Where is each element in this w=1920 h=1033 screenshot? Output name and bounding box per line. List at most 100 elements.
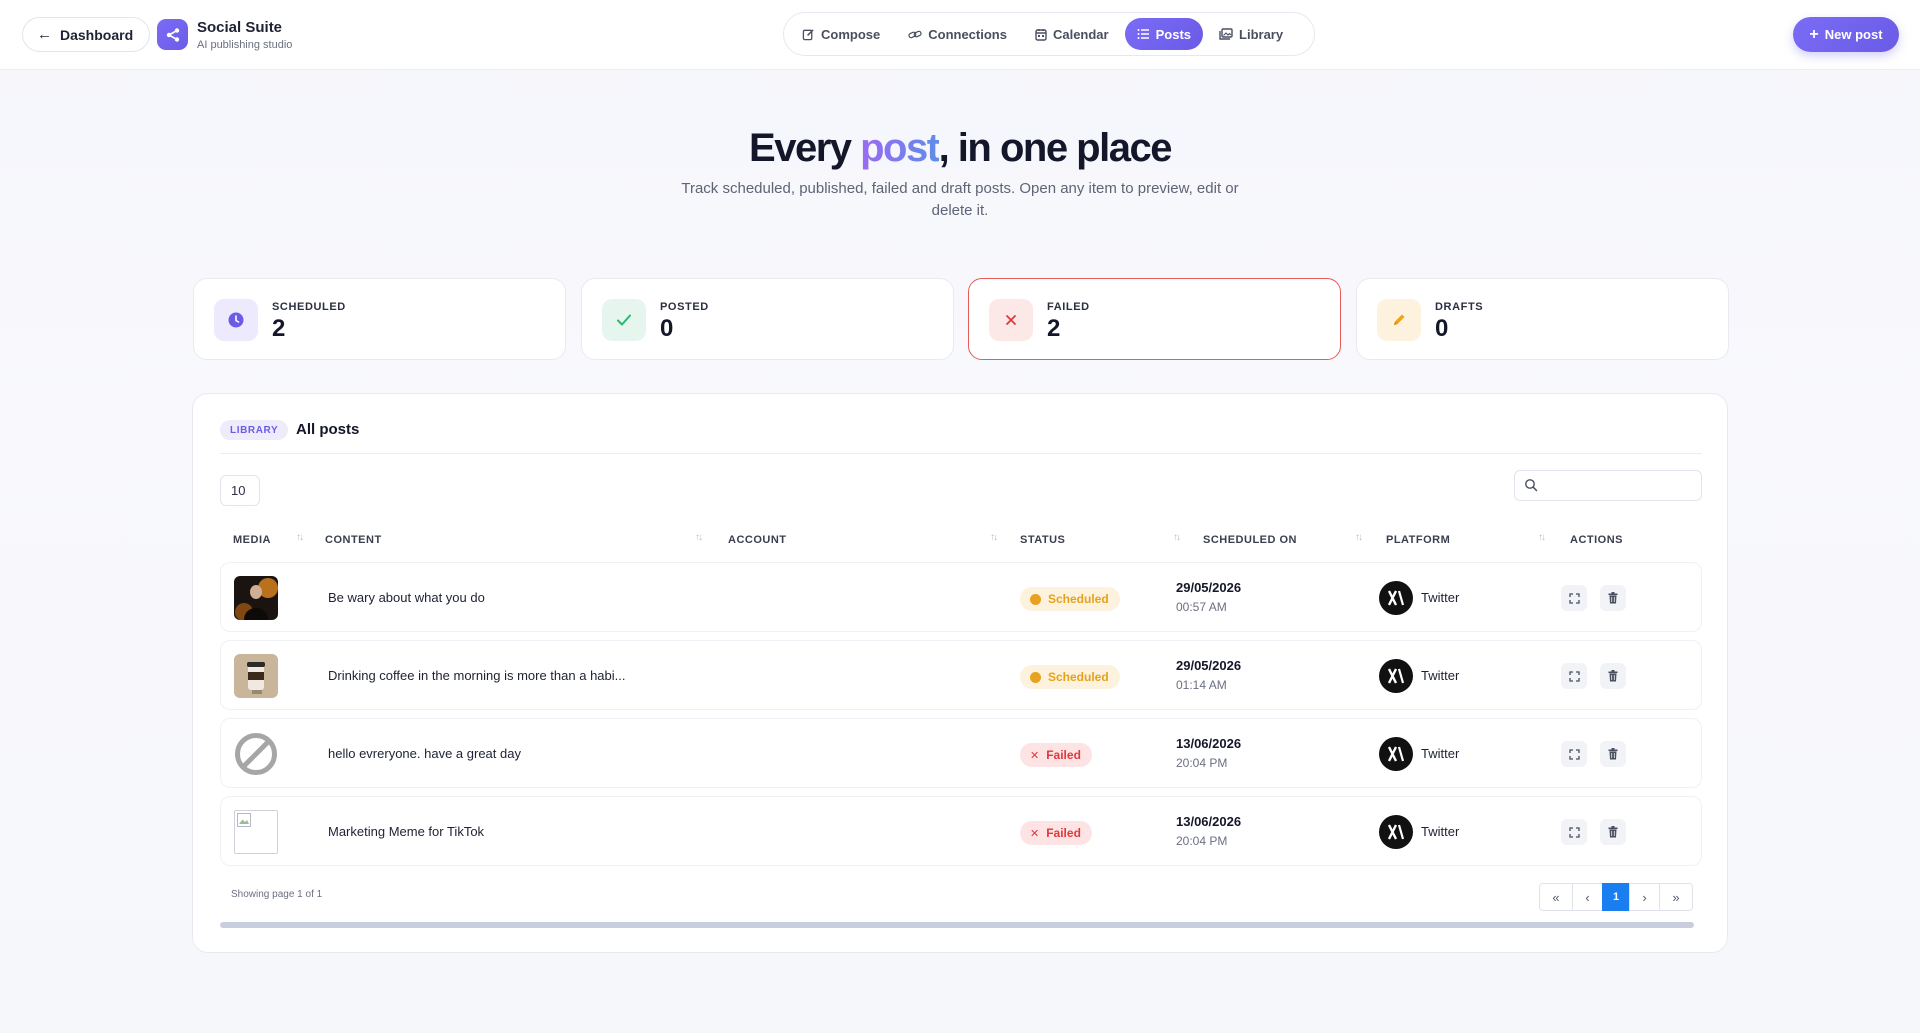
trash-icon — [1608, 748, 1618, 760]
scheduled-date: 29/05/2026 — [1176, 580, 1242, 595]
nav-library-label: Library — [1239, 26, 1284, 42]
expand-button[interactable] — [1561, 819, 1587, 845]
page-size-select[interactable]: 10 — [220, 475, 260, 506]
main-nav: Compose Connections Calendar Posts Libra… — [783, 12, 1315, 56]
library-badge: LIBRARY — [220, 420, 289, 440]
status-label: Scheduled — [1048, 592, 1109, 606]
delete-button[interactable] — [1600, 663, 1626, 689]
column-header-media[interactable]: MEDIA — [233, 530, 271, 550]
gallery-icon — [1219, 28, 1233, 40]
nav-compose[interactable]: Compose — [790, 18, 892, 50]
scheduled-date: 29/05/2026 — [1176, 658, 1242, 673]
nav-calendar[interactable]: Calendar — [1023, 18, 1121, 50]
table-row[interactable]: Marketing Meme for TikTok ✕ Failed 13/06… — [220, 796, 1702, 866]
stat-card-failed[interactable]: FAILED 2 — [968, 278, 1341, 360]
status-label: Scheduled — [1048, 670, 1109, 684]
stat-label: SCHEDULED — [272, 301, 346, 313]
link-icon — [908, 30, 922, 38]
arrow-left-icon: ← — [37, 26, 52, 43]
stat-value: 2 — [1047, 315, 1061, 342]
clock-icon — [1030, 671, 1041, 683]
scheduled-time: 20:04 PM — [1176, 834, 1228, 848]
stat-value: 2 — [272, 315, 286, 342]
next-page-button[interactable]: › — [1629, 883, 1660, 911]
expand-button[interactable] — [1561, 741, 1587, 767]
pagination: « ‹ 1 › » — [1539, 883, 1693, 911]
sort-icon[interactable]: ↑↓ — [1355, 532, 1363, 543]
column-header-actions: ACTIONS — [1570, 534, 1623, 546]
column-header-content[interactable]: CONTENT — [325, 530, 382, 550]
delete-button[interactable] — [1600, 585, 1626, 611]
pagination-info: Showing page 1 of 1 — [231, 889, 323, 900]
clock-icon — [214, 299, 258, 341]
no-media-icon — [234, 732, 278, 776]
expand-button[interactable] — [1561, 585, 1587, 611]
expand-button[interactable] — [1561, 663, 1587, 689]
stat-card-posted[interactable]: POSTED 0 — [581, 278, 954, 360]
delete-button[interactable] — [1600, 741, 1626, 767]
broken-image-icon — [234, 810, 278, 854]
nav-library[interactable]: Library — [1207, 18, 1295, 50]
media-thumbnail[interactable] — [234, 654, 278, 698]
post-content: Marketing Meme for TikTok — [328, 824, 485, 839]
column-header-platform[interactable]: PLATFORM — [1386, 530, 1450, 550]
table-row[interactable]: hello evreryone. have a great day ✕ Fail… — [220, 718, 1702, 788]
sort-icon[interactable]: ↑↓ — [990, 532, 998, 543]
platform-name: Twitter — [1421, 824, 1460, 839]
stat-card-drafts[interactable]: DRAFTS 0 — [1356, 278, 1729, 360]
trash-icon — [1608, 592, 1618, 604]
x-logo-icon — [1379, 737, 1413, 771]
sort-icon[interactable]: ↑↓ — [695, 532, 703, 543]
table-header: MEDIA ↑↓ CONTENT ↑↓ ACCOUNT ↑↓ STATUS ↑↓… — [220, 530, 1702, 554]
back-to-dashboard-button[interactable]: ← Dashboard — [22, 17, 151, 52]
x-icon: ✕ — [1030, 827, 1040, 840]
scheduled-date: 13/06/2026 — [1176, 814, 1242, 829]
divider — [220, 453, 1702, 454]
platform-name: Twitter — [1421, 668, 1460, 683]
brand-title: Social Suite — [197, 19, 283, 36]
stat-card-scheduled[interactable]: SCHEDULED 2 — [193, 278, 566, 360]
platform-name: Twitter — [1421, 746, 1460, 761]
page-1-button[interactable]: 1 — [1602, 883, 1630, 911]
stat-label: DRAFTS — [1435, 301, 1484, 313]
scheduled-time: 20:04 PM — [1176, 756, 1228, 770]
calendar-icon — [1035, 28, 1047, 41]
nav-connections[interactable]: Connections — [896, 18, 1019, 50]
search-input[interactable] — [1543, 475, 1693, 497]
status-badge: Scheduled — [1020, 665, 1120, 689]
plus-icon: + — [1809, 25, 1819, 43]
search-field[interactable] — [1514, 470, 1702, 501]
horizontal-scrollbar[interactable] — [220, 922, 1694, 928]
post-content: hello evreryone. have a great day — [328, 746, 521, 761]
new-post-label: New post — [1824, 27, 1883, 42]
clock-icon — [1030, 593, 1041, 605]
table-row[interactable]: Be wary about what you do Scheduled 29/0… — [220, 562, 1702, 632]
delete-button[interactable] — [1600, 819, 1626, 845]
column-header-status[interactable]: STATUS — [1020, 530, 1065, 550]
new-post-button[interactable]: + New post — [1793, 17, 1899, 52]
sort-icon[interactable]: ↑↓ — [1538, 532, 1546, 543]
title-part-2: , in one place — [938, 126, 1173, 170]
column-header-scheduled-on[interactable]: SCHEDULED ON — [1203, 530, 1297, 550]
last-page-button[interactable]: » — [1659, 883, 1693, 911]
nav-compose-label: Compose — [821, 26, 881, 42]
prev-page-button[interactable]: ‹ — [1572, 883, 1603, 911]
posts-library-panel: LIBRARY All posts 10 MEDIA ↑↓ CONTENT ↑↓… — [192, 393, 1728, 953]
stat-label: POSTED — [660, 301, 709, 313]
scheduled-time: 00:57 AM — [1176, 600, 1227, 614]
media-thumbnail[interactable] — [234, 576, 278, 620]
panel-title: All posts — [296, 421, 360, 438]
platform-name: Twitter — [1421, 590, 1460, 605]
post-content: Be wary about what you do — [328, 590, 485, 605]
first-page-button[interactable]: « — [1539, 883, 1573, 911]
nav-posts[interactable]: Posts — [1124, 18, 1204, 50]
status-badge: ✕ Failed — [1020, 743, 1092, 767]
list-icon — [1137, 29, 1149, 39]
table-row[interactable]: Drinking coffee in the morning is more t… — [220, 640, 1702, 710]
status-badge: Scheduled — [1020, 587, 1120, 611]
nav-connections-label: Connections — [928, 26, 1007, 42]
pencil-icon — [1377, 299, 1421, 341]
column-header-account[interactable]: ACCOUNT — [728, 530, 787, 550]
sort-icon[interactable]: ↑↓ — [296, 532, 304, 543]
sort-icon[interactable]: ↑↓ — [1173, 532, 1181, 543]
